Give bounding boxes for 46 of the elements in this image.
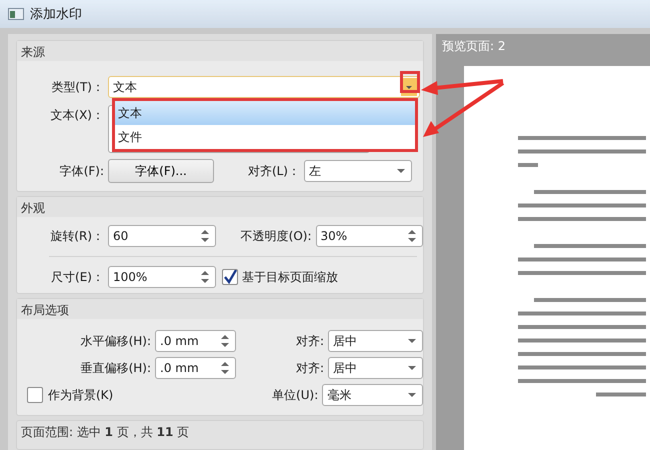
align-dropdown[interactable]: 居中 [328,357,423,380]
field-label: 类型(T)： [50,78,104,96]
section-title: 来源 [17,41,423,61]
type-dropdown[interactable]: 文本 [108,76,420,98]
font-button[interactable]: 字体(F)... [108,159,214,183]
preview-title: 预览页面: 2 [441,38,506,55]
section-title: 布局选项 [17,299,423,320]
field-label: 单位(U): [271,386,318,404]
field-label: 对齐: [295,360,324,377]
field-label: 文本(X)： [49,107,104,124]
align-dropdown[interactable]: 居中 [328,330,423,352]
caret-icon [397,169,405,173]
caret-icon [408,393,416,398]
size-spinbox[interactable]: 100% [108,266,216,288]
window-title: 添加水印 [30,6,82,23]
opacity-spinbox[interactable]: 30% [316,225,423,247]
field-label: 旋转(R)： [49,228,104,244]
checkbox-label: 基于目标页面缩放 [242,268,338,286]
page-range-text: 页面范围: 选中 1 页，共 11 页 [21,425,190,440]
spin-arrows-icon [201,271,209,283]
spin-arrows-icon [408,230,416,242]
offset-spinbox[interactable]: .0 mm [155,357,236,380]
caret-icon [408,366,416,370]
rotation-spinbox[interactable]: 60 [108,225,216,247]
highlight-frame [400,71,420,93]
spin-arrows-icon [221,362,230,374]
spin-arrows-icon [221,335,230,348]
field-label: 对齐: [295,332,324,350]
section-title: 外观 [17,197,423,217]
app-icon [8,8,24,20]
dropdown-option[interactable]: 文本 [115,101,415,125]
spin-arrows-icon [200,230,208,242]
caret-icon [408,339,416,344]
field-label: 尺寸(E)： [50,268,104,286]
align-dropdown[interactable]: 左 [304,160,412,182]
field-label: 对齐(L)： [246,162,300,180]
field-label: 水平偏移(H): [80,332,151,350]
offset-spinbox[interactable]: .0 mm [155,330,236,352]
field-label: 垂直偏移(H): [80,360,151,377]
field-label: 字体(F): [58,162,104,180]
dropdown-option[interactable]: 文件 [115,125,415,149]
field-label: 不透明度(O): [240,228,312,244]
checkbox[interactable] [27,387,43,404]
checkbox-label: 作为背景(K) [48,386,114,404]
unit-dropdown[interactable]: 毫米 [322,384,423,406]
checkbox[interactable] [222,269,238,285]
